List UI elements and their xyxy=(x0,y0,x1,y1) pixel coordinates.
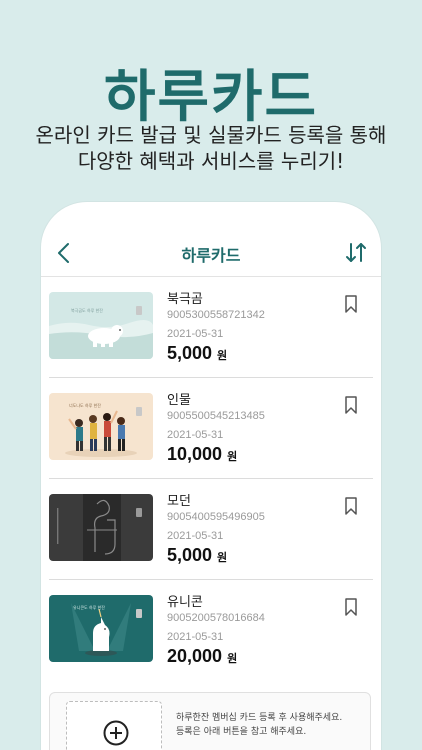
hero-title: 하루카드 xyxy=(103,65,319,130)
card-name: 북극곰 xyxy=(167,292,203,307)
list-item[interactable]: 유니콘도 하루 한잔 유니콘 9005200578016684 2021-05-… xyxy=(41,580,381,681)
bookmark-button[interactable] xyxy=(343,295,359,313)
bookmark-icon xyxy=(345,497,357,515)
card-amount-unit: 원 xyxy=(217,350,228,362)
bookmark-button[interactable] xyxy=(343,497,359,515)
card-date: 2021-05-31 xyxy=(167,328,224,340)
add-card-section: 하루한잔 멤버십 카드 등록 후 사용해주세요. 등록은 아래 버튼을 참고 해… xyxy=(49,692,371,750)
card-image-modern[interactable] xyxy=(49,494,153,561)
card-balance: 10,000 원 xyxy=(167,444,237,465)
hero-subtitle-line2: 다양한 혜택과 서비스를 누리기! xyxy=(77,149,345,173)
add-card-description-line2: 등록은 아래 버튼을 참고 해주세요. xyxy=(176,727,307,737)
bookmark-icon xyxy=(345,396,357,414)
card-amount-value: 5,000 xyxy=(167,545,213,565)
card-balance: 20,000 원 xyxy=(167,646,237,667)
add-card-description-line1: 하루한잔 멤버십 카드 등록 후 사용해주세요. xyxy=(176,713,343,723)
list-item[interactable]: 너도나도 하루 한잔 인물 9005500545213485 2021-05-3… xyxy=(41,378,381,479)
card-number: 9005300558721342 xyxy=(167,309,265,321)
navigation-bar: 하루카드 xyxy=(41,232,381,274)
card-amount-value: 10,000 xyxy=(167,444,223,464)
sort-button[interactable] xyxy=(345,241,367,265)
card-list: 북극곰도 하루 한잔 북극곰 9005300558721342 2021-05-… xyxy=(41,276,381,681)
card-amount-unit: 원 xyxy=(227,451,238,463)
list-item[interactable]: 북극곰도 하루 한잔 북극곰 9005300558721342 2021-05-… xyxy=(41,277,381,378)
card-name: 유니콘 xyxy=(167,595,203,610)
plus-circle-icon xyxy=(103,720,129,746)
page-title: 하루카드 xyxy=(181,246,241,265)
sort-arrows-icon xyxy=(346,243,366,262)
card-date: 2021-05-31 xyxy=(167,631,224,643)
card-date: 2021-05-31 xyxy=(167,530,224,542)
card-amount-value: 20,000 xyxy=(167,646,223,666)
phone-frame: 하루카드 북극곰도 하루 한잔 북극곰 9005300558721342 202… xyxy=(41,202,381,750)
card-number: 9005400595496905 xyxy=(167,511,265,523)
card-image-people[interactable]: 너도나도 하루 한잔 xyxy=(49,393,153,460)
card-number: 9005500545213485 xyxy=(167,410,265,422)
card-date: 2021-05-31 xyxy=(167,429,224,441)
card-balance: 5,000 원 xyxy=(167,545,227,566)
card-number: 9005200578016684 xyxy=(167,612,265,624)
card-art-text: 북극곰도 하루 한잔 xyxy=(71,308,103,313)
bookmark-icon xyxy=(345,295,357,313)
add-card-description: 하루한잔 멤버십 카드 등록 후 사용해주세요. 등록은 아래 버튼을 참고 해… xyxy=(176,711,366,739)
card-amount-unit: 원 xyxy=(227,653,238,665)
card-image-polar-bear[interactable]: 북극곰도 하루 한잔 xyxy=(49,292,153,359)
card-name: 인물 xyxy=(167,393,191,408)
bookmark-icon xyxy=(345,598,357,616)
card-name: 모던 xyxy=(167,494,191,509)
bookmark-button[interactable] xyxy=(343,396,359,414)
hero-subtitle-line1: 온라인 카드 발급 및 실물카드 등록을 통해 xyxy=(35,123,387,147)
card-art-text: 너도나도 하루 한잔 xyxy=(69,403,101,408)
card-amount-unit: 원 xyxy=(217,552,228,564)
card-balance: 5,000 원 xyxy=(167,343,227,364)
add-card-button[interactable] xyxy=(66,701,162,750)
card-amount-value: 5,000 xyxy=(167,343,213,363)
list-item[interactable]: 모던 9005400595496905 2021-05-31 5,000 원 xyxy=(41,479,381,580)
card-image-unicorn[interactable]: 유니콘도 하루 한잔 xyxy=(49,595,153,662)
card-art-text: 유니콘도 하루 한잔 xyxy=(73,605,105,610)
bookmark-button[interactable] xyxy=(343,598,359,616)
